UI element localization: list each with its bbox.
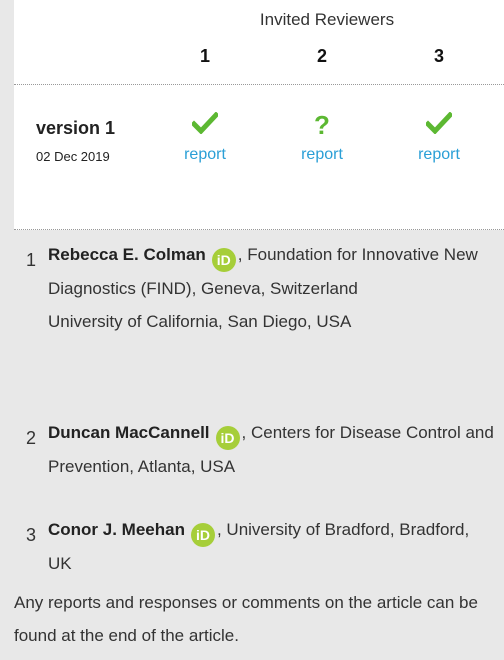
check-icon [185, 112, 225, 140]
invited-reviewers-heading: Invited Reviewers [259, 10, 395, 29]
check-icon [419, 112, 459, 140]
version-date: 02 Dec 2019 [36, 149, 110, 164]
divider [14, 229, 504, 230]
orcid-icon[interactable]: iD [215, 426, 240, 450]
affiliation-number: 2 [26, 428, 37, 448]
divider [14, 84, 504, 85]
reviewer-name: Duncan MacCannell [48, 423, 210, 442]
orcid-icon[interactable]: iD [211, 248, 236, 272]
reviewer-number-2: 2 [316, 46, 327, 66]
affiliation-extra: University of California, San Diego, USA [48, 312, 352, 331]
reviewer-number-1: 1 [199, 46, 210, 66]
report-link-1[interactable]: report [165, 146, 245, 164]
report-link-2[interactable]: report [282, 146, 362, 164]
affiliation-2: 2 Duncan MacCannell iD, Centers for Disea… [26, 416, 496, 483]
affiliation-1: 1 Rebecca E. Colman iD, Foundation for In… [26, 238, 496, 338]
affiliation-3: 3 Conor J. Meehan iD, University of Bradf… [26, 513, 496, 580]
report-link-3[interactable]: report [399, 146, 479, 164]
orcid-icon[interactable]: iD [190, 523, 215, 547]
reviewer-name: Conor J. Meehan [48, 520, 185, 539]
reviewer-name: Rebecca E. Colman [48, 245, 206, 264]
version-label: version 1 [36, 118, 116, 138]
reviewer-panel: Invited Reviewers 1 2 3 version 1 02 Dec… [14, 0, 504, 230]
reviewer-number-3: 3 [433, 46, 444, 66]
question-icon: ? [314, 110, 330, 140]
reports-note: Any reports and responses or comments on… [14, 593, 478, 645]
affiliation-number: 3 [26, 525, 37, 545]
affiliation-number: 1 [26, 250, 37, 270]
